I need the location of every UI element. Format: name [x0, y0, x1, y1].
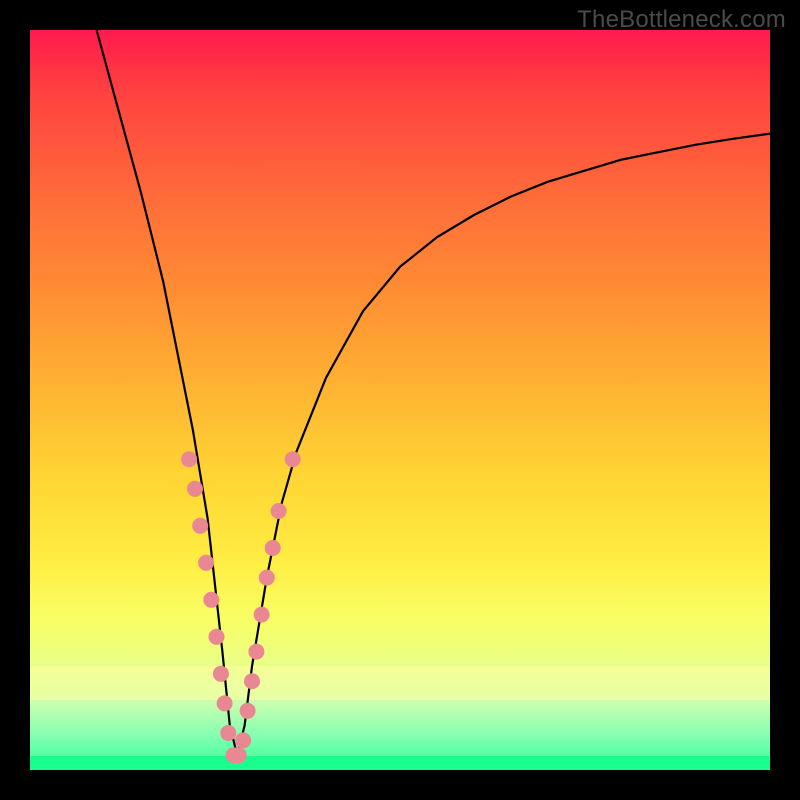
data-marker: [220, 725, 236, 741]
chart-frame: TheBottleneck.com: [0, 0, 800, 800]
data-marker: [235, 732, 251, 748]
data-marker: [192, 518, 208, 534]
bottleneck-curve: [97, 30, 770, 755]
data-marker: [181, 451, 197, 467]
data-marker: [209, 629, 225, 645]
data-marker: [265, 540, 281, 556]
data-marker: [259, 570, 275, 586]
plot-area: [30, 30, 770, 770]
highlight-band: [30, 666, 770, 700]
data-marker: [254, 607, 270, 623]
data-markers: [181, 451, 301, 763]
data-marker: [248, 644, 264, 660]
data-marker: [240, 703, 256, 719]
baseline-stripe: [30, 756, 770, 770]
data-marker: [271, 503, 287, 519]
data-marker: [203, 592, 219, 608]
data-marker: [285, 451, 301, 467]
data-marker: [198, 555, 214, 571]
watermark-text: TheBottleneck.com: [577, 6, 786, 34]
data-marker: [187, 481, 203, 497]
curve-svg: [30, 30, 770, 770]
